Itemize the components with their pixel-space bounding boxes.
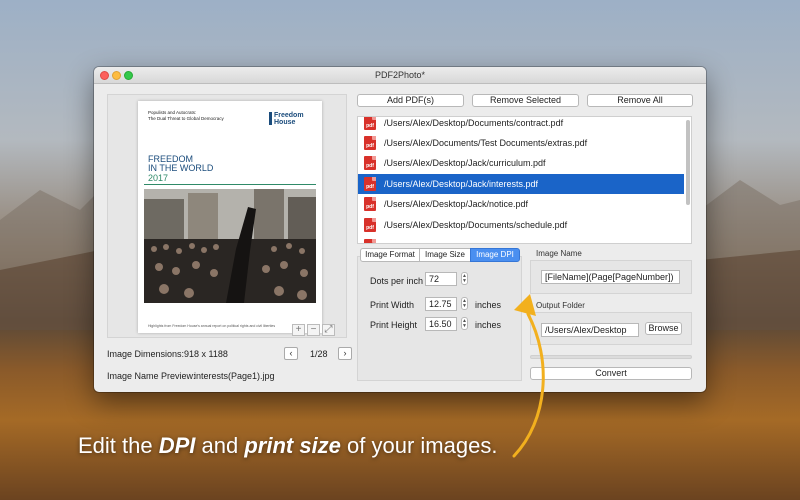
caption-emphasis-dpi: DPI bbox=[158, 433, 196, 458]
file-row[interactable]: pdf /Users/Alex/Desktop/Jack/notice.pdf bbox=[358, 194, 684, 214]
app-window: PDF2Photo* Populists and Autocrats: The … bbox=[94, 67, 706, 392]
file-path: /Users/Alex/Desktop/Jack/notice.pdf bbox=[384, 199, 529, 209]
caption-text-2: and bbox=[195, 433, 245, 458]
freedom-house-logo: Freedom House bbox=[274, 112, 304, 126]
zoom-in-button[interactable]: + bbox=[292, 324, 305, 336]
print-width-field[interactable]: 12.75 bbox=[425, 297, 457, 311]
file-row-selected[interactable]: pdf /Users/Alex/Desktop/Jack/interests.p… bbox=[358, 174, 684, 194]
dots-per-inch-stepper[interactable]: ▲ ▼ bbox=[461, 272, 468, 285]
preview-doc-subheader: The Dual Threat to Global Democracy bbox=[148, 116, 224, 121]
file-path: /Users/Alex/Desktop/Documents/schedule.p… bbox=[384, 220, 568, 230]
caption-text-3: of your images. bbox=[340, 433, 498, 458]
image-name-label: Image Name bbox=[536, 249, 582, 258]
file-path: /Users/Alex/Desktop/Jack/curriculum.pdf bbox=[384, 158, 546, 168]
caption-emphasis-print-size: print size bbox=[244, 433, 341, 458]
caption-text-1: Edit the bbox=[78, 433, 159, 458]
file-path: /Users/Alex/Desktop/Jack/interests.pdf bbox=[384, 179, 539, 189]
tab-image-dpi[interactable]: Image DPI bbox=[470, 248, 520, 262]
file-row[interactable]: pdf /Users/Alex/Desktop/Documents/contra… bbox=[358, 117, 684, 133]
add-pdfs-button[interactable]: Add PDF(s) bbox=[357, 94, 464, 107]
remove-all-button[interactable]: Remove All bbox=[587, 94, 693, 107]
preview-doc-header: Populists and Autocrats: bbox=[148, 110, 197, 115]
zoom-out-button[interactable]: − bbox=[307, 324, 320, 336]
preview-divider bbox=[144, 184, 316, 185]
window-title: PDF2Photo* bbox=[374, 70, 426, 80]
file-path: /Users/Alex/Desktop/Documents/contract.p… bbox=[384, 118, 564, 128]
pdf-file-icon: pdf bbox=[364, 136, 376, 150]
print-height-stepper[interactable]: ▲ ▼ bbox=[461, 317, 468, 330]
doc-title-line-2: IN THE WORLD bbox=[148, 163, 214, 173]
print-width-label: Print Width bbox=[370, 300, 415, 310]
page-indicator: 1/28 bbox=[310, 349, 328, 359]
pdf-file-icon: pdf bbox=[364, 117, 376, 130]
print-height-field[interactable]: 16.50 bbox=[425, 317, 457, 331]
tab-image-size[interactable]: Image Size bbox=[419, 248, 471, 262]
image-name-preview-value: interests(Page1).jpg bbox=[194, 371, 275, 381]
tab-image-format[interactable]: Image Format bbox=[360, 248, 420, 262]
dots-per-inch-field[interactable]: 72 bbox=[425, 272, 457, 286]
marketing-caption: Edit the DPI and print size of your imag… bbox=[78, 433, 497, 459]
print-width-stepper[interactable]: ▲ ▼ bbox=[461, 297, 468, 310]
conversion-progress-bar bbox=[530, 355, 692, 359]
title-bar: PDF2Photo* bbox=[94, 67, 706, 84]
print-height-label: Print Height bbox=[370, 320, 418, 330]
file-row[interactable]: pdf /Users/Alex/Documents/Test Documents… bbox=[358, 133, 684, 153]
minimize-window-button[interactable] bbox=[112, 71, 121, 80]
preview-doc-year: 2017 bbox=[148, 173, 169, 183]
image-dimensions-value: 918 x 1188 bbox=[184, 349, 228, 359]
previous-page-button[interactable]: ‹ bbox=[284, 347, 298, 360]
file-list-scrollbar[interactable] bbox=[686, 120, 690, 205]
zoom-window-button[interactable] bbox=[124, 71, 133, 80]
image-dimensions-label: Image Dimensions: bbox=[107, 349, 185, 359]
pdf-file-icon: pdf bbox=[364, 177, 376, 191]
print-height-unit: inches bbox=[475, 320, 502, 330]
preview-doc-title: FREEDOM IN THE WORLD bbox=[148, 155, 213, 173]
output-folder-field[interactable]: /Users/Alex/Desktop bbox=[541, 323, 639, 337]
print-width-unit: inches bbox=[475, 300, 502, 310]
pdf-file-icon: pdf bbox=[364, 197, 376, 211]
pdf-file-list[interactable]: pdf /Users/Alex/Desktop/Documents/contra… bbox=[357, 116, 692, 244]
file-row[interactable]: pdf /Users/Alex/Desktop/Jack/curriculum.… bbox=[358, 153, 684, 173]
convert-button[interactable]: Convert bbox=[530, 367, 692, 380]
pdf-page-preview: Populists and Autocrats: The Dual Threat… bbox=[138, 101, 335, 336]
image-name-preview-label: Image Name Preview: bbox=[107, 371, 196, 381]
freedom-house-logo-mark bbox=[269, 112, 272, 125]
preview-doc-footer: Highlights from Freedom House's annual r… bbox=[148, 324, 276, 328]
remove-selected-button[interactable]: Remove Selected bbox=[472, 94, 579, 107]
next-page-button[interactable]: › bbox=[338, 347, 352, 360]
image-name-field[interactable]: [FileName](Page[PageNumber]) bbox=[541, 270, 680, 284]
file-path: /Users/Alex/Documents/Test Documents/ext… bbox=[384, 138, 588, 148]
dots-per-inch-label: Dots per inch bbox=[370, 276, 424, 286]
logo-line-1: Freedom bbox=[274, 112, 304, 119]
output-folder-label: Output Folder bbox=[536, 301, 585, 310]
page-preview-panel: Populists and Autocrats: The Dual Threat… bbox=[107, 94, 347, 338]
zoom-fit-button[interactable]: ⤢ bbox=[322, 324, 335, 336]
file-row[interactable]: pdf bbox=[358, 236, 684, 243]
pdf-file-icon: pdf bbox=[364, 156, 376, 170]
browse-button[interactable]: Browse bbox=[645, 322, 682, 335]
file-row[interactable]: pdf /Users/Alex/Desktop/Documents/schedu… bbox=[358, 215, 684, 235]
pdf-file-icon: pdf bbox=[364, 239, 376, 243]
logo-line-2: House bbox=[274, 119, 296, 126]
close-window-button[interactable] bbox=[100, 71, 109, 80]
preview-crowd-photo bbox=[144, 189, 316, 303]
pdf-file-icon: pdf bbox=[364, 218, 376, 232]
